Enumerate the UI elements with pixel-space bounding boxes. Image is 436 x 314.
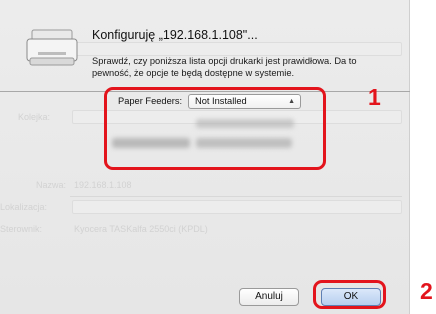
- callout-number-2: 2: [420, 278, 433, 304]
- bg-divider: [70, 196, 402, 197]
- callout-ok-box: [313, 280, 386, 309]
- callout-options-box: [104, 87, 326, 170]
- bg-field-top: [72, 42, 402, 56]
- bg-queue-label: Kolejka:: [18, 112, 51, 122]
- printer-icon: [26, 29, 78, 66]
- bg-name-value: 192.168.1.108: [74, 180, 132, 190]
- bg-name-label: Nazwa:: [36, 180, 67, 190]
- callout-number-1: 1: [368, 84, 381, 110]
- cancel-button[interactable]: Anuluj: [239, 288, 299, 306]
- dialog-title: Konfiguruję „192.168.1.108"...: [92, 28, 258, 42]
- bg-location-label: Lokalizacja:: [0, 202, 48, 212]
- bg-field-location: [72, 200, 402, 214]
- dialog-message: Sprawdź, czy poniższa lista opcji drukar…: [92, 56, 357, 78]
- bg-driver-label: Sterownik:: [0, 224, 43, 234]
- bg-driver-value: Kyocera TASKalfa 2550ci (KPDL): [74, 224, 208, 234]
